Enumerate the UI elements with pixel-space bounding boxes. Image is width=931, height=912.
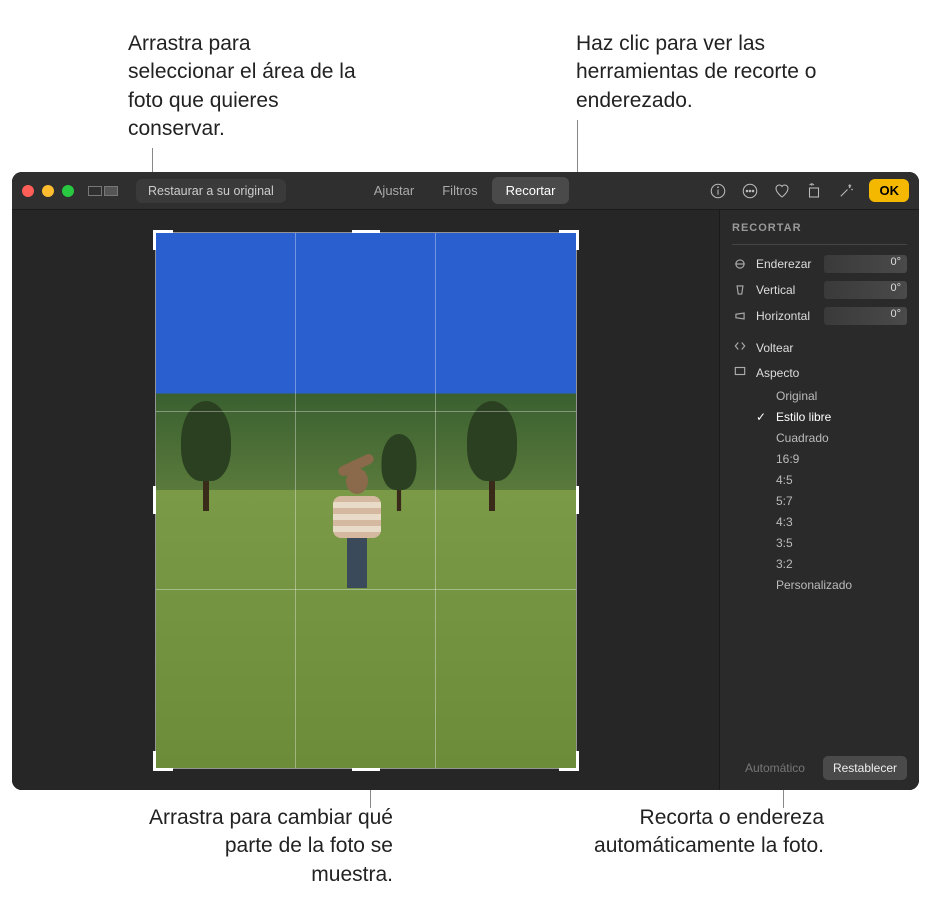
crop-handle-top[interactable]	[352, 230, 380, 233]
crop-frame[interactable]	[156, 233, 576, 768]
straighten-icon	[732, 256, 748, 272]
aspect-original-label: Original	[776, 389, 817, 403]
titlebar: Restaurar a su original Ajustar Filtros …	[12, 172, 919, 210]
crop-canvas[interactable]	[12, 210, 719, 790]
aspect-4-3-label: 4:3	[776, 515, 793, 529]
callout-move-photo: Arrastra para cambiar qué parte de la fo…	[143, 804, 393, 889]
aspect-options: Original ✓ Estilo libre Cuadrado 16:9 4:5…	[756, 389, 907, 592]
aspect-original[interactable]: Original	[756, 389, 907, 403]
aspect-4-5[interactable]: 4:5	[756, 473, 907, 487]
straighten-slider[interactable]: Enderezar 0°	[732, 255, 907, 273]
enhance-icon[interactable]	[837, 182, 855, 200]
tab-adjust[interactable]: Ajustar	[360, 177, 428, 204]
tab-crop[interactable]: Recortar	[492, 177, 570, 204]
toolbar-right: OK	[709, 179, 909, 202]
fullscreen-window-button[interactable]	[62, 185, 74, 197]
window-body: RECORTAR Enderezar 0° Vertical 0°	[12, 210, 919, 790]
crop-handle-br[interactable]	[559, 751, 579, 771]
reset-button[interactable]: Restablecer	[823, 756, 907, 780]
vertical-perspective-icon	[732, 282, 748, 298]
vertical-value: 0°	[890, 282, 901, 294]
vertical-slider[interactable]: Vertical 0°	[732, 281, 907, 299]
crop-handle-tl[interactable]	[153, 230, 173, 250]
crop-sidebar: RECORTAR Enderezar 0° Vertical 0°	[719, 210, 919, 790]
close-window-button[interactable]	[22, 185, 34, 197]
aspect-4-3[interactable]: 4:3	[756, 515, 907, 529]
edit-mode-tabs: Ajustar Filtros Recortar	[360, 177, 570, 204]
aspect-custom-label: Personalizado	[776, 578, 852, 592]
aspect-section[interactable]: Aspecto	[732, 364, 907, 381]
more-icon[interactable]	[741, 182, 759, 200]
minimize-window-button[interactable]	[42, 185, 54, 197]
crop-handle-left[interactable]	[153, 486, 156, 514]
aspect-3-5[interactable]: 3:5	[756, 536, 907, 550]
callout-crop-tools: Haz clic para ver las herramientas de re…	[576, 30, 836, 115]
horizontal-label: Horizontal	[756, 309, 816, 323]
rotate-icon[interactable]	[805, 182, 823, 200]
vertical-label: Vertical	[756, 283, 816, 297]
info-icon[interactable]	[709, 182, 727, 200]
crop-handle-tr[interactable]	[559, 230, 579, 250]
aspect-label: Aspecto	[756, 366, 799, 380]
aspect-freeform[interactable]: ✓ Estilo libre	[756, 410, 907, 424]
divider	[732, 244, 907, 245]
aspect-freeform-label: Estilo libre	[776, 410, 831, 424]
horizontal-slider[interactable]: Horizontal 0°	[732, 307, 907, 325]
aspect-icon	[732, 364, 748, 381]
favorite-icon[interactable]	[773, 182, 791, 200]
aspect-16-9[interactable]: 16:9	[756, 452, 907, 466]
sidebar-toggle[interactable]	[88, 186, 118, 196]
aspect-3-5-label: 3:5	[776, 536, 793, 550]
aspect-5-7-label: 5:7	[776, 494, 793, 508]
crop-handle-bottom[interactable]	[352, 768, 380, 771]
straighten-value: 0°	[890, 256, 901, 268]
checkmark-icon: ✓	[756, 410, 768, 424]
auto-crop-button[interactable]: Automático	[735, 756, 815, 780]
sidebar-title: RECORTAR	[732, 222, 907, 234]
done-button[interactable]: OK	[869, 179, 909, 202]
horizontal-perspective-icon	[732, 308, 748, 324]
flip-label: Voltear	[756, 341, 793, 355]
flip-icon	[732, 339, 748, 356]
restore-original-button[interactable]: Restaurar a su original	[136, 179, 286, 203]
flip-button[interactable]: Voltear	[732, 339, 907, 356]
crop-handle-bl[interactable]	[153, 751, 173, 771]
photo-preview[interactable]	[156, 233, 576, 768]
horizontal-value: 0°	[890, 308, 901, 320]
aspect-square[interactable]: Cuadrado	[756, 431, 907, 445]
window-controls	[22, 185, 74, 197]
crop-handle-right[interactable]	[576, 486, 579, 514]
aspect-16-9-label: 16:9	[776, 452, 799, 466]
aspect-4-5-label: 4:5	[776, 473, 793, 487]
aspect-5-7[interactable]: 5:7	[756, 494, 907, 508]
photo-subject	[331, 468, 383, 598]
sidebar-footer: Automático Restablecer	[732, 756, 907, 780]
tab-filters[interactable]: Filtros	[428, 177, 491, 204]
aspect-3-2-label: 3:2	[776, 557, 793, 571]
aspect-3-2[interactable]: 3:2	[756, 557, 907, 571]
callout-crop-drag: Arrastra para seleccionar el área de la …	[128, 30, 358, 143]
straighten-label: Enderezar	[756, 257, 816, 271]
photos-edit-window: Restaurar a su original Ajustar Filtros …	[12, 172, 919, 790]
aspect-custom[interactable]: Personalizado	[756, 578, 907, 592]
callout-auto-crop: Recorta o endereza automáticamente la fo…	[564, 804, 824, 861]
aspect-square-label: Cuadrado	[776, 431, 829, 445]
